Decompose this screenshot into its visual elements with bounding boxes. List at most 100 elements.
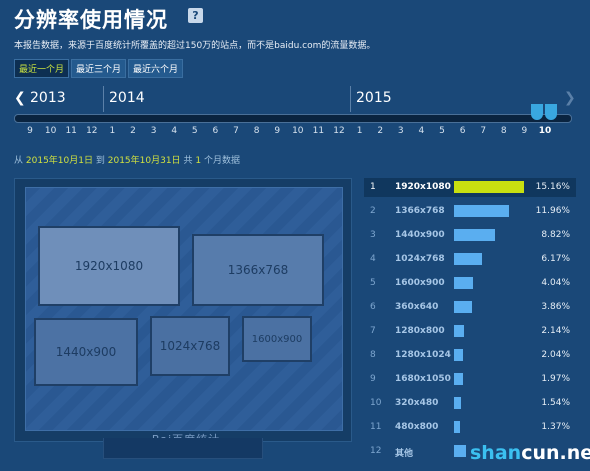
ranking-row[interactable]: 11 480x800 1.37% bbox=[364, 418, 576, 437]
ranking-row[interactable]: 5 1600x900 4.04% bbox=[364, 274, 576, 293]
timeline-month-label[interactable]: 10 bbox=[292, 126, 303, 136]
timeline-month-label[interactable]: 3 bbox=[151, 126, 157, 136]
resolution-label: 1680x1050 bbox=[395, 374, 451, 384]
timeline-month-label[interactable]: 10 bbox=[45, 126, 56, 136]
year-divider bbox=[350, 86, 351, 112]
rank-number: 12 bbox=[370, 446, 382, 456]
timeline-month-label[interactable]: 12 bbox=[333, 126, 344, 136]
share-bar bbox=[454, 397, 462, 409]
rank-number: 8 bbox=[370, 350, 376, 360]
share-bar bbox=[454, 445, 466, 457]
timeline-month-label[interactable]: 8 bbox=[254, 126, 260, 136]
timeline-track[interactable] bbox=[14, 114, 572, 123]
rank-number: 5 bbox=[370, 278, 376, 288]
timeline-next-icon[interactable]: ❯ bbox=[564, 90, 576, 106]
timeline-start-handle[interactable] bbox=[531, 104, 543, 120]
resolution-label: 1280x1024 bbox=[395, 350, 451, 360]
timeline-month-label[interactable]: 5 bbox=[439, 126, 445, 136]
ranking-row[interactable]: 10 320x480 1.54% bbox=[364, 394, 576, 413]
timeline-month-label[interactable]: 1 bbox=[357, 126, 363, 136]
share-percent: 3.86% bbox=[541, 302, 570, 312]
timeline-month-label[interactable]: 2 bbox=[377, 126, 383, 136]
timeline-month-label[interactable]: 11 bbox=[313, 126, 324, 136]
resolution-label: 1366x768 bbox=[395, 206, 445, 216]
share-percent: 1.37% bbox=[541, 422, 570, 432]
share-bar bbox=[454, 277, 473, 289]
timeline-month-label[interactable]: 6 bbox=[213, 126, 219, 136]
tab-last-three-months[interactable]: 最近三个月 bbox=[71, 59, 127, 78]
tab-last-six-months[interactable]: 最近六个月 bbox=[128, 59, 184, 78]
rank-number: 1 bbox=[370, 182, 376, 192]
ranking-row[interactable]: 3 1440x900 8.82% bbox=[364, 226, 576, 245]
timeline-month-label[interactable]: 12 bbox=[86, 126, 97, 136]
monitor-stand bbox=[103, 438, 263, 459]
rank-number: 3 bbox=[370, 230, 376, 240]
timeline-month-label[interactable]: 1 bbox=[110, 126, 116, 136]
range-month-count: 1 bbox=[195, 156, 202, 166]
resolution-box-1024x768: 1024x768 bbox=[150, 316, 230, 376]
timeline-prev-icon[interactable]: ❮ bbox=[14, 90, 26, 106]
resolution-label: 1600x900 bbox=[395, 278, 445, 288]
timeline-month-label[interactable]: 7 bbox=[480, 126, 486, 136]
ranking-row[interactable]: 7 1280x800 2.14% bbox=[364, 322, 576, 341]
share-bar bbox=[454, 301, 472, 313]
watermark-prefix: shan bbox=[470, 442, 522, 464]
resolution-label: 1280x800 bbox=[395, 326, 445, 336]
timeline-month-label[interactable]: 6 bbox=[460, 126, 466, 136]
timeline-month-label[interactable]: 9 bbox=[274, 126, 280, 136]
year-label-2015: 2015 bbox=[356, 90, 392, 106]
period-tabs: 最近一个月 最近三个月 最近六个月 bbox=[14, 59, 184, 78]
timeline-month-label[interactable]: 10 bbox=[539, 126, 552, 136]
timeline-month-label[interactable]: 7 bbox=[233, 126, 239, 136]
monitor-illustration: 1920x1080 1366x768 1440x900 1024x768 160… bbox=[14, 178, 352, 446]
share-bar bbox=[454, 205, 510, 217]
resolution-label: 360x640 bbox=[395, 302, 439, 312]
tab-last-month[interactable]: 最近一个月 bbox=[14, 59, 70, 78]
resolution-label: 320x480 bbox=[395, 398, 439, 408]
resolution-box-1920x1080: 1920x1080 bbox=[38, 226, 180, 306]
year-label-2013: 2013 bbox=[30, 90, 66, 106]
resolution-ranking-list: 1 1920x1080 15.16% 2 1366x768 11.96% 3 1440x900… bbox=[364, 178, 576, 468]
ranking-row[interactable]: 8 1280x1024 2.04% bbox=[364, 346, 576, 365]
share-percent: 15.16% bbox=[535, 182, 570, 192]
timeline-month-label[interactable]: 4 bbox=[419, 126, 425, 136]
rank-number: 4 bbox=[370, 254, 376, 264]
monitor-screen: 1920x1080 1366x768 1440x900 1024x768 160… bbox=[25, 187, 343, 431]
help-icon[interactable]: ? bbox=[188, 8, 203, 23]
timeline-month-label[interactable]: 8 bbox=[501, 126, 507, 136]
resolution-label: 1920x1080 bbox=[395, 182, 451, 192]
year-divider bbox=[103, 86, 104, 112]
range-end-date: 2015年10月31日 bbox=[107, 156, 181, 166]
rank-number: 9 bbox=[370, 374, 376, 384]
range-total-label: 共 bbox=[183, 156, 193, 166]
share-percent: 6.17% bbox=[541, 254, 570, 264]
share-bar bbox=[454, 253, 483, 265]
timeline-month-label[interactable]: 3 bbox=[398, 126, 404, 136]
timeline-month-label[interactable]: 4 bbox=[171, 126, 177, 136]
timeline-months: 9 10 11 12 1 2 3 4 5 6 7 8 9 10 11 12 1 2 3 4 5 6 7 8 9 10 bbox=[0, 126, 590, 140]
timeline-month-label[interactable]: 2 bbox=[130, 126, 136, 136]
timeline-years: ❮ 2013 2014 2015 ❯ bbox=[0, 86, 590, 114]
timeline-end-handle[interactable] bbox=[545, 104, 557, 120]
timeline-month-label[interactable]: 5 bbox=[192, 126, 198, 136]
timeline-month-label[interactable]: 9 bbox=[522, 126, 528, 136]
share-bar bbox=[454, 325, 464, 337]
year-label-2014: 2014 bbox=[109, 90, 145, 106]
ranking-row[interactable]: 1 1920x1080 15.16% bbox=[364, 178, 576, 197]
watermark-suffix: cun.net bbox=[521, 442, 590, 464]
ranking-row[interactable]: 4 1024x768 6.17% bbox=[364, 250, 576, 269]
timeline-month-label[interactable]: 11 bbox=[65, 126, 76, 136]
share-percent: 11.96% bbox=[535, 206, 570, 216]
ranking-row[interactable]: 2 1366x768 11.96% bbox=[364, 202, 576, 221]
share-bar bbox=[454, 421, 461, 433]
ranking-row[interactable]: 6 360x640 3.86% bbox=[364, 298, 576, 317]
rank-number: 6 bbox=[370, 302, 376, 312]
page-description: 本报告数据，来源于百度统计所覆盖的超过150万的站点，而不是baidu.com的… bbox=[14, 41, 376, 51]
page-title: 分辨率使用情况 bbox=[14, 8, 168, 32]
date-range: 从 2015年10月1日 到 2015年10月31日 共 1 个月数据 bbox=[14, 153, 240, 166]
timeline-month-label[interactable]: 9 bbox=[27, 126, 33, 136]
ranking-row[interactable]: 9 1680x1050 1.97% bbox=[364, 370, 576, 389]
share-percent: 2.14% bbox=[541, 326, 570, 336]
range-suffix: 个月数据 bbox=[203, 156, 240, 166]
range-from-label: 从 bbox=[14, 156, 24, 166]
